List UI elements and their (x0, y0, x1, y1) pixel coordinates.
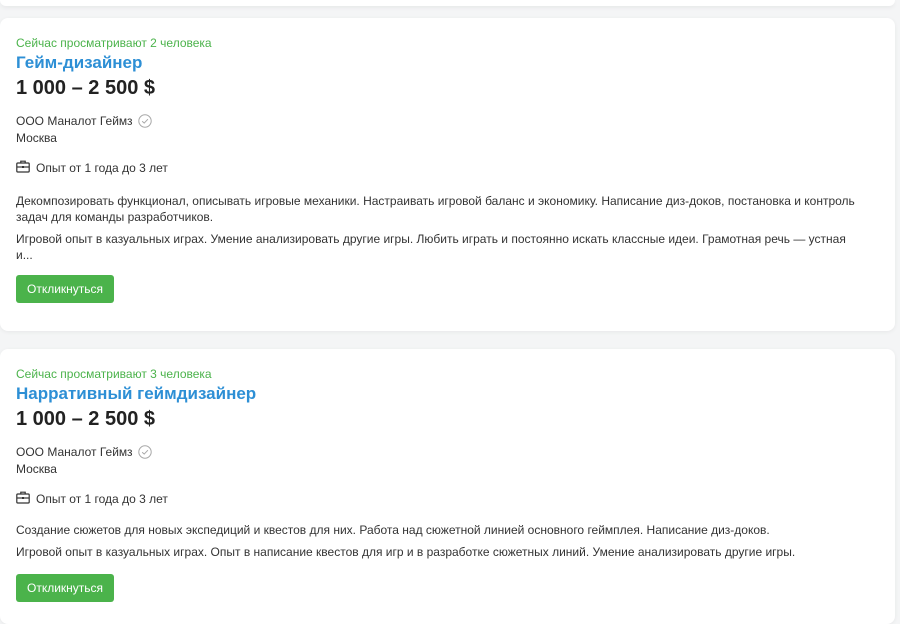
vacancy-requirements: Игровой опыт в казуальных играх. Опыт в … (16, 545, 796, 559)
previous-card-edge (0, 0, 895, 6)
experience-row: Опыт от 1 года до 3 лет (16, 160, 895, 176)
check-circle-icon (137, 445, 152, 459)
apply-button[interactable]: Откликнуться (16, 275, 115, 303)
vacancy-card: Сейчас просматривают 2 человека Гейм-диз… (0, 18, 895, 331)
briefcase-icon (16, 491, 36, 507)
viewers-count: Сейчас просматривают 3 человека (16, 367, 212, 381)
city: Москва (16, 131, 57, 145)
vacancy-title-link[interactable]: Гейм-дизайнер (16, 53, 142, 73)
vacancy-card: Сейчас просматривают 3 человека Нарратив… (0, 349, 895, 624)
salary: 1 000 – 2 500 $ (16, 408, 156, 430)
vacancy-title-link[interactable]: Нарративный геймдизайнер (16, 384, 256, 404)
salary: 1 000 – 2 500 $ (16, 77, 156, 99)
experience-text: Опыт от 1 года до 3 лет (36, 492, 168, 506)
company-name[interactable]: ООО Маналот Геймз (16, 445, 133, 459)
company-name[interactable]: ООО Маналот Геймз (16, 114, 133, 128)
company-row: ООО Маналот Геймз (16, 445, 895, 459)
viewers-count: Сейчас просматривают 2 человека (16, 36, 212, 50)
experience-row: Опыт от 1 года до 3 лет (16, 491, 895, 507)
experience-text: Опыт от 1 года до 3 лет (36, 161, 168, 175)
vacancy-description: Декомпозировать функционал, описывать иг… (16, 194, 855, 224)
vacancy-requirements: Игровой опыт в казуальных играх. Умение … (16, 232, 846, 262)
briefcase-icon (16, 160, 36, 176)
company-row: ООО Маналот Геймз (16, 114, 895, 128)
apply-button[interactable]: Откликнуться (16, 574, 115, 602)
vacancy-description: Создание сюжетов для новых экспедиций и … (16, 523, 770, 537)
city: Москва (16, 462, 57, 476)
check-circle-icon (137, 114, 152, 128)
